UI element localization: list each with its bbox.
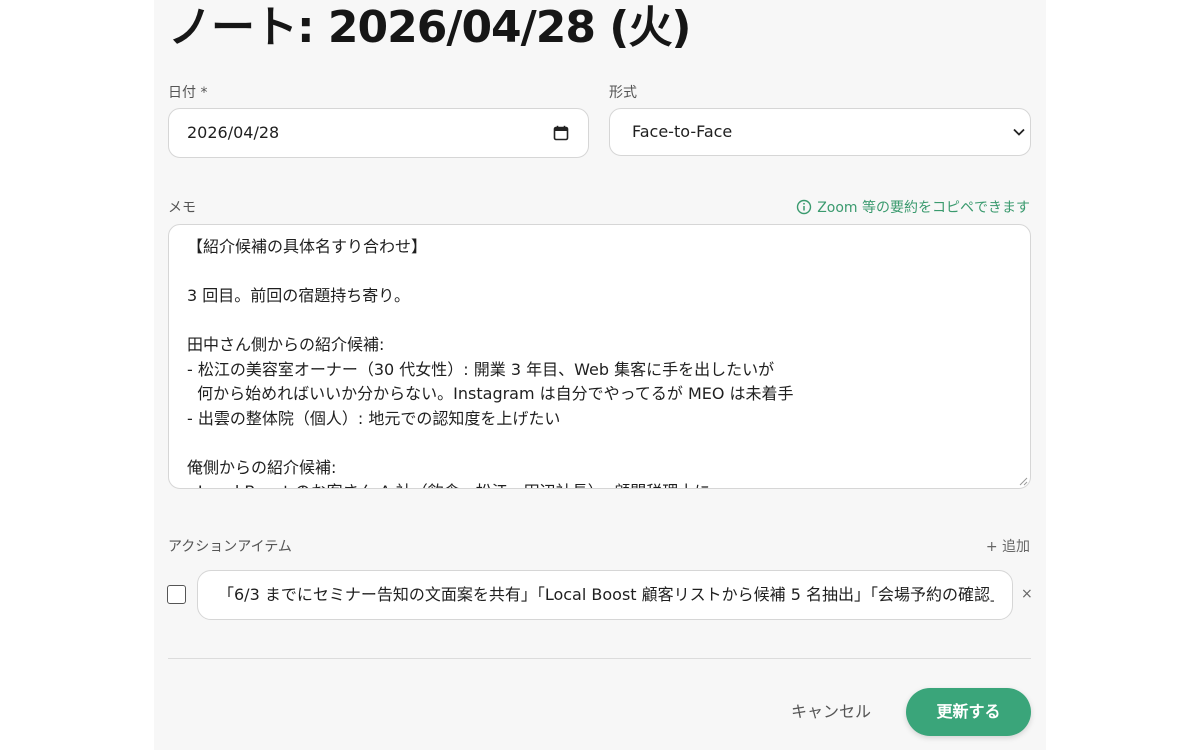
memo-line (187, 431, 1012, 456)
calendar-icon[interactable] (553, 125, 569, 141)
date-label: 日付 * (168, 85, 208, 101)
memo-line (187, 260, 1012, 285)
action-item-input[interactable]: 「6/3 までにセミナー告知の文面案を共有」「Local Boost 顧客リスト… (197, 570, 1013, 620)
memo-line: - Local Boost のお客さん A 社（飲食、松江、田辺社長）: 顧問税… (187, 480, 1012, 488)
info-icon (796, 199, 812, 215)
memo-line: - 出雲の整体院（個人）: 地元での認知度を上げたい (187, 408, 561, 428)
memo-content: 【紹介候補の具体名すり合わせ】 3 回目。前回の宿題持ち寄り。 田中さん側からの… (187, 235, 1012, 488)
action-items-label: アクションアイテム (168, 539, 292, 555)
divider (168, 658, 1031, 659)
memo-line: 俺側からの紹介候補: (187, 457, 337, 477)
update-button[interactable]: 更新する (906, 688, 1031, 736)
date-input[interactable]: 2026/04/28 (168, 108, 589, 158)
memo-line: - 松江の美容室オーナー（30 代女性）: 開業 3 年目、Web 集客に手を出… (187, 359, 775, 379)
format-selected-value: Face-to-Face (632, 122, 733, 141)
memo-textarea[interactable]: 【紹介候補の具体名すり合わせ】 3 回目。前回の宿題持ち寄り。 田中さん側からの… (168, 224, 1031, 489)
format-select[interactable]: Face-to-Face (609, 108, 1031, 156)
cancel-button[interactable]: キャンセル (775, 690, 887, 734)
memo-line: 3 回目。前回の宿題持ち寄り。 (187, 286, 410, 305)
date-value: 2026/04/28 (187, 123, 280, 142)
page-title: ノート: 2026/04/28 (火) (168, 2, 692, 53)
chevron-down-icon (1013, 128, 1025, 136)
action-item-checkbox[interactable] (167, 585, 186, 604)
remove-action-button[interactable]: × (1021, 585, 1033, 603)
memo-label: メモ (168, 200, 196, 216)
resize-handle-icon[interactable] (1018, 476, 1028, 486)
action-item-text: 「6/3 までにセミナー告知の文面案を共有」「Local Boost 顧客リスト… (218, 585, 994, 604)
memo-line: 田中さん側からの紹介候補: (187, 335, 385, 354)
memo-line: 【紹介候補の具体名すり合わせ】 (187, 237, 428, 256)
memo-hint: Zoom 等の要約をコピペできます (796, 197, 1030, 217)
memo-hint-text: Zoom 等の要約をコピペできます (817, 200, 1030, 216)
format-label: 形式 (609, 85, 637, 101)
memo-line (187, 309, 1012, 334)
memo-line: 何から始めればいいか分からない。Instagram は自分でやってるが MEO … (187, 384, 794, 403)
add-action-button[interactable]: + 追加 (986, 536, 1030, 556)
